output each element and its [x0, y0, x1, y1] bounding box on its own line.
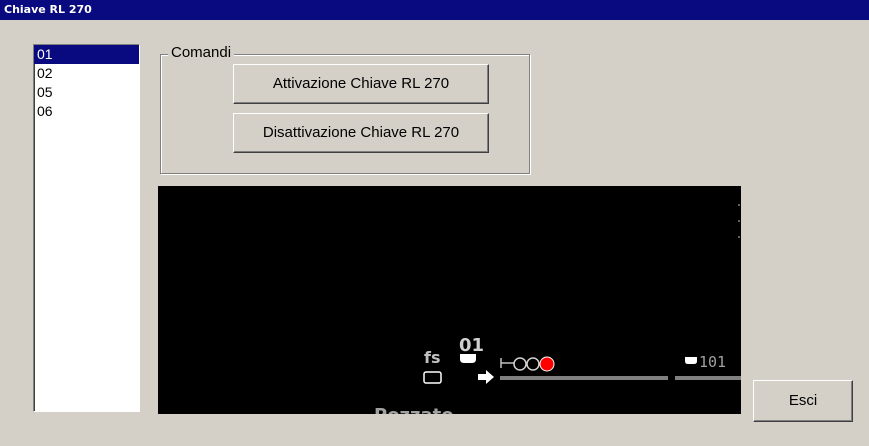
signal-lamp-red [539, 356, 555, 372]
track-segment [500, 376, 668, 380]
deactivate-key-button[interactable]: Disattivazione Chiave RL 270 [233, 113, 489, 153]
station-label: Pozzato [374, 405, 454, 414]
track-number: 101 [699, 353, 726, 371]
activate-key-button[interactable]: Attivazione Chiave RL 270 [233, 64, 489, 104]
signal-lamp [513, 357, 527, 371]
track-segment [675, 376, 741, 380]
list-item[interactable]: 01 [34, 45, 139, 64]
station-listbox[interactable]: 01 02 05 06 [33, 44, 140, 412]
list-item[interactable]: 06 [34, 102, 139, 121]
signal-cup-icon [460, 354, 476, 363]
commands-group-label: Comandi [168, 45, 235, 61]
track-diagram: fs 01 101 Pozzato [158, 186, 741, 414]
exit-button[interactable]: Esci [753, 380, 853, 422]
signal-lamp [526, 357, 540, 371]
fs-label: fs [424, 348, 440, 367]
track-cup-icon [685, 357, 697, 364]
signal-number: 01 [459, 335, 484, 356]
list-item[interactable]: 02 [34, 64, 139, 83]
window-title: Chiave RL 270 [0, 0, 869, 20]
track-diagram-svg: fs 01 101 Pozzato [374, 204, 741, 414]
direction-arrow-icon [478, 370, 494, 384]
list-item[interactable]: 05 [34, 83, 139, 102]
fs-box-icon [423, 371, 442, 384]
